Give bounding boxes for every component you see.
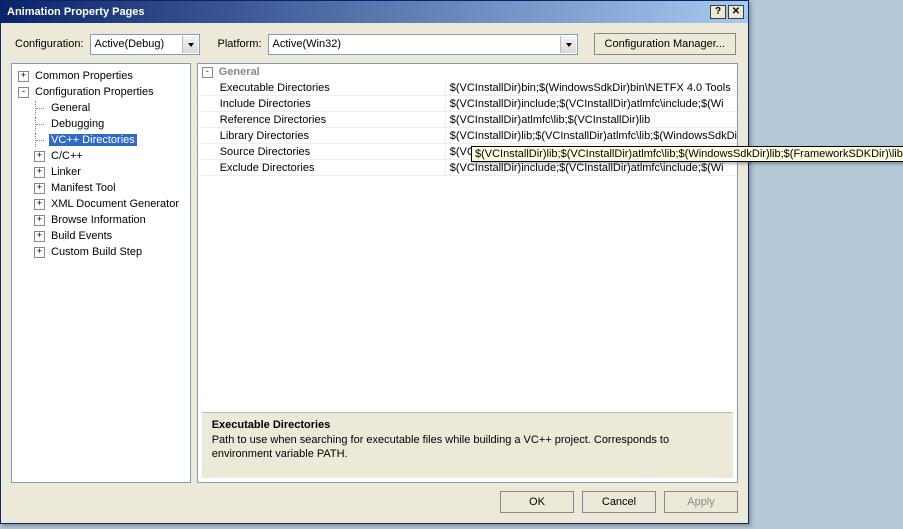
property-value[interactable]: $(VCInstallDir)include;$(VCInstallDir)at… — [446, 96, 737, 111]
tree-panel[interactable]: +Common Properties-Configuration Propert… — [11, 63, 191, 483]
tree-item-browse-information[interactable]: + Browse Information — [14, 212, 188, 228]
tree-item-build-events[interactable]: + Build Events — [14, 228, 188, 244]
property-panel: - General Executable Directories$(VCInst… — [197, 63, 738, 483]
property-row-exclude-directories[interactable]: Exclude Directories$(VCInstallDir)includ… — [198, 160, 737, 176]
apply-button[interactable]: Apply — [664, 491, 738, 513]
property-value[interactable]: $(VCInstallDir)atlmfc\lib;$(VCInstallDir… — [446, 112, 737, 127]
tree-item-label: XML Document Generator — [49, 198, 181, 210]
configuration-label: Configuration: — [15, 38, 84, 50]
property-value[interactable]: $(VCInstallDir)bin;$(WindowsSdkDir)bin\N… — [446, 80, 737, 95]
property-grid[interactable]: - General Executable Directories$(VCInst… — [198, 64, 737, 408]
platform-dropdown[interactable]: Active(Win32) — [268, 34, 578, 55]
tree-item-configuration-properties[interactable]: -Configuration Properties — [14, 84, 188, 100]
description-title: Executable Directories — [212, 419, 723, 431]
tree-item-label: General — [49, 102, 92, 114]
platform-label: Platform: — [218, 38, 262, 50]
property-name: Source Directories — [198, 144, 446, 159]
property-row-include-directories[interactable]: Include Directories$(VCInstallDir)includ… — [198, 96, 737, 112]
expander-icon[interactable]: + — [34, 151, 45, 162]
expander-icon[interactable]: + — [34, 247, 45, 258]
tree-item-label: Linker — [49, 166, 83, 178]
tree-item-c-c-[interactable]: + C/C++ — [14, 148, 188, 164]
ok-button[interactable]: OK — [500, 491, 574, 513]
tree-connector-icon — [35, 117, 49, 131]
group-header-label: General — [219, 66, 260, 78]
configuration-row: Configuration: Active(Debug) Platform: A… — [1, 23, 748, 63]
tree-item-label: VC++ Directories — [49, 134, 137, 146]
expander-icon[interactable]: + — [34, 199, 45, 210]
description-area: Executable Directories Path to use when … — [202, 412, 733, 478]
property-name: Exclude Directories — [198, 160, 446, 175]
property-value[interactable]: $(VCInstallDir)include;$(VCInstallDir)at… — [446, 160, 737, 175]
tree-item-label: Configuration Properties — [33, 86, 156, 98]
tree-item-common-properties[interactable]: + Common Properties — [14, 68, 188, 84]
titlebar-buttons: ? ✕ — [710, 5, 744, 19]
property-name: Library Directories — [198, 128, 446, 143]
property-value[interactable]: $(VCInstallDir)lib;$(VCInstallDir)atlmfc… — [446, 128, 737, 143]
tree-item-label: C/C++ — [49, 150, 85, 162]
tree-item-label: Manifest Tool — [49, 182, 118, 194]
platform-value: Active(Win32) — [273, 38, 341, 50]
cancel-button[interactable]: Cancel — [582, 491, 656, 513]
close-button[interactable]: ✕ — [728, 5, 744, 19]
window-title: Animation Property Pages — [7, 6, 710, 18]
expander-icon[interactable]: + — [34, 167, 45, 178]
property-name: Include Directories — [198, 96, 446, 111]
tree-item-xml-document-generator[interactable]: + XML Document Generator — [14, 196, 188, 212]
property-pages-dialog: Animation Property Pages ? ✕ Configurati… — [0, 0, 749, 524]
expander-icon[interactable]: + — [34, 183, 45, 194]
property-row-reference-directories[interactable]: Reference Directories$(VCInstallDir)atlm… — [198, 112, 737, 128]
property-row-library-directories[interactable]: Library Directories$(VCInstallDir)lib;$(… — [198, 128, 737, 144]
tree-connector-icon — [35, 101, 49, 115]
tree-item-vc-directories[interactable]: VC++ Directories — [14, 132, 188, 148]
expander-icon[interactable]: + — [18, 71, 29, 82]
configuration-value: Active(Debug) — [95, 38, 165, 50]
main-area: +Common Properties-Configuration Propert… — [1, 63, 748, 483]
expander-icon[interactable]: + — [34, 215, 45, 226]
tree-item-label: Build Events — [49, 230, 114, 242]
tree-item-label: Custom Build Step — [49, 246, 144, 258]
configuration-manager-button[interactable]: Configuration Manager... — [594, 33, 736, 55]
configuration-dropdown[interactable]: Active(Debug) — [90, 34, 200, 55]
tree-item-custom-build-step[interactable]: + Custom Build Step — [14, 244, 188, 260]
help-button[interactable]: ? — [710, 5, 726, 19]
property-row-executable-directories[interactable]: Executable Directories$(VCInstallDir)bin… — [198, 80, 737, 96]
group-header-general[interactable]: - General — [198, 64, 737, 80]
expander-icon[interactable]: + — [34, 231, 45, 242]
tree-item-label: Browse Information — [49, 214, 148, 226]
collapse-icon[interactable]: - — [202, 67, 213, 78]
expander-icon[interactable]: - — [18, 87, 29, 98]
tree-item-manifest-tool[interactable]: + Manifest Tool — [14, 180, 188, 196]
tree-item-label: Common Properties — [33, 70, 135, 82]
description-text: Path to use when searching for executabl… — [212, 433, 723, 462]
property-name: Executable Directories — [198, 80, 446, 95]
property-name: Reference Directories — [198, 112, 446, 127]
tree-item-debugging[interactable]: Debugging — [14, 116, 188, 132]
library-directories-tooltip: $(VCInstallDir)lib;$(VCInstallDir)atlmfc… — [471, 146, 903, 162]
dialog-buttons: OK Cancel Apply — [1, 483, 748, 513]
tree-item-general[interactable]: General — [14, 100, 188, 116]
titlebar: Animation Property Pages ? ✕ — [1, 1, 748, 23]
tree-connector-icon — [35, 133, 49, 147]
tree-item-label: Debugging — [49, 118, 106, 130]
tree-item-linker[interactable]: + Linker — [14, 164, 188, 180]
